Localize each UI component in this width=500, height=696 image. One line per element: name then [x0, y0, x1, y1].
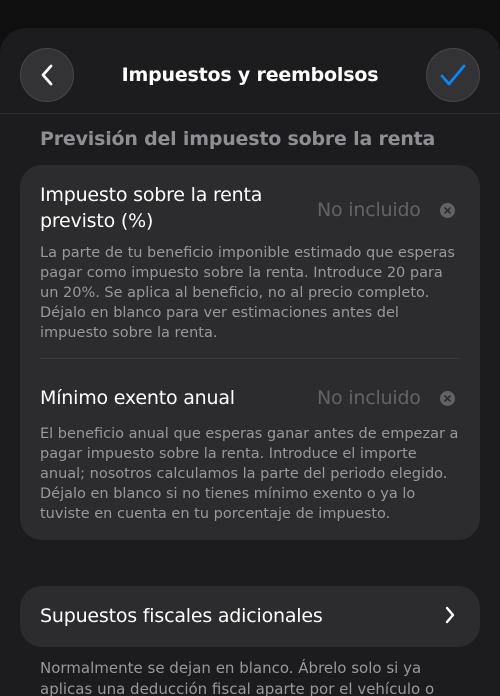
footer-note: Normalmente se dejan en blanco. Ábrelo s… [40, 659, 435, 696]
back-button[interactable] [20, 48, 74, 102]
row-divider [40, 358, 460, 359]
income-tax-card: Impuesto sobre la renta previsto (%) No … [20, 165, 480, 540]
annual-allowance-label[interactable]: Mínimo exento anual [40, 385, 235, 411]
annual-allowance-description: El beneficio anual que esperas ganar ant… [40, 426, 459, 522]
income-tax-label-line2: previsto (%) [40, 210, 154, 232]
additional-tax-assumptions-row[interactable]: Supuestos fiscales adicionales [20, 586, 480, 647]
chevron-right-icon [445, 606, 455, 624]
additional-tax-assumptions-label: Supuestos fiscales adicionales [40, 605, 323, 627]
x-icon [444, 207, 451, 214]
navigation-bar: Impuestos y reembolsos [0, 28, 500, 114]
section-title: Previsión del impuesto sobre la renta [40, 128, 436, 150]
income-tax-label-line1: Impuesto sobre la renta [40, 184, 263, 206]
clear-icon[interactable] [440, 391, 455, 406]
checkmark-icon [440, 64, 466, 86]
income-tax-input[interactable]: No incluido [317, 197, 421, 223]
income-tax-label[interactable]: Impuesto sobre la renta previsto (%) [40, 182, 262, 234]
annual-allowance-input[interactable]: No incluido [317, 385, 421, 411]
tax-sheet: Impuestos y reembolsos Previsión del imp… [0, 28, 500, 696]
income-tax-description: La parte de tu beneficio imponible estim… [40, 245, 455, 341]
x-icon [444, 395, 451, 402]
confirm-button[interactable] [426, 48, 480, 102]
chevron-left-icon [41, 64, 53, 86]
page-title: Impuestos y reembolsos [121, 64, 379, 86]
clear-icon[interactable] [440, 203, 455, 218]
